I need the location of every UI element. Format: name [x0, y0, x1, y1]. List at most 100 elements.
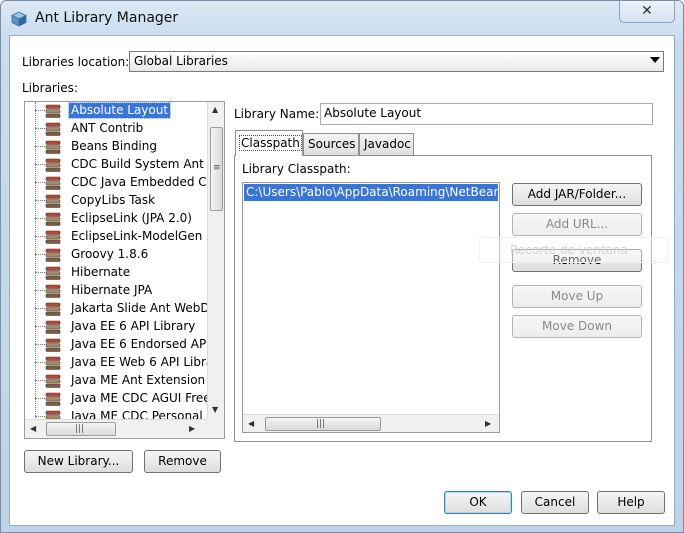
library-item-label: ANT Contrib: [71, 121, 144, 135]
library-books-icon: [45, 247, 61, 263]
scroll-left-icon[interactable]: ◀: [30, 424, 36, 434]
move-up-button[interactable]: Move Up: [512, 285, 642, 308]
scroll-down-icon[interactable]: ▼: [212, 405, 218, 415]
classpath-panel: Library Classpath: C:\Users\Pablo\AppDat…: [234, 155, 652, 442]
library-books-icon: [45, 229, 61, 245]
ant-library-manager-window: Ant Library Manager ✕ Libraries location…: [0, 0, 684, 533]
remove-library-button[interactable]: Remove: [144, 450, 221, 473]
libraries-vertical-scrollbar[interactable]: ▲ ≡ ▼: [207, 102, 224, 419]
library-books-icon: [45, 175, 61, 191]
library-books-icon: [45, 355, 61, 371]
tab-sources-label: Sources: [308, 137, 356, 151]
scroll-up-icon[interactable]: ▲: [212, 105, 218, 115]
library-item[interactable]: Groovy 1.8.6: [25, 246, 207, 264]
library-item[interactable]: CopyLibs Task: [25, 192, 207, 210]
libraries-location-value: Global Libraries: [134, 54, 228, 68]
library-name-value: Absolute Layout: [324, 106, 422, 120]
tree-connector: [35, 362, 45, 363]
vertical-scroll-thumb[interactable]: ≡: [210, 127, 223, 211]
help-button[interactable]: Help: [597, 491, 665, 514]
library-classpath-label: Library Classpath:: [242, 162, 351, 176]
library-item-label: Java EE 6 Endorsed API: [71, 337, 207, 351]
scroll-corner: [207, 419, 224, 438]
library-item[interactable]: Beans Binding: [25, 138, 207, 156]
library-item-label: Java ME CDC AGUI Free: [71, 391, 207, 405]
library-books-icon: [45, 319, 61, 335]
library-item-label: Java ME Ant Extension: [71, 373, 206, 387]
library-name-field[interactable]: Absolute Layout: [320, 103, 653, 125]
library-item-label: CopyLibs Task: [71, 193, 156, 207]
library-item[interactable]: EclipseLink (JPA 2.0): [25, 210, 207, 228]
tab-sources[interactable]: Sources: [303, 133, 359, 155]
tree-connector: [35, 218, 45, 219]
grip-icon: |||: [75, 424, 85, 434]
classpath-entry[interactable]: C:\Users\Pablo\AppData\Roaming\NetBeans\: [244, 184, 498, 201]
tree-connector: [35, 182, 45, 183]
library-item[interactable]: Java ME Ant Extension: [25, 372, 207, 390]
library-books-icon: [45, 337, 61, 353]
ok-button[interactable]: OK: [444, 491, 512, 514]
libraries-horizontal-scrollbar[interactable]: ◀ ||| ▶: [25, 419, 207, 438]
tab-classpath[interactable]: Classpath: [235, 130, 303, 156]
library-item[interactable]: Jakarta Slide Ant WebDAV: [25, 300, 207, 318]
library-item-label: Hibernate: [71, 265, 131, 279]
library-item[interactable]: Java EE Web 6 API Library: [25, 354, 207, 372]
close-icon: ✕: [641, 3, 653, 19]
app-cube-icon: [11, 11, 27, 27]
library-books-icon: [45, 157, 61, 173]
library-item[interactable]: Hibernate: [25, 264, 207, 282]
library-books-icon: [45, 373, 61, 389]
scroll-right-icon[interactable]: ▶: [189, 424, 195, 434]
library-books-icon: [45, 121, 61, 137]
tree-connector: [35, 308, 45, 309]
horizontal-scroll-thumb[interactable]: |||: [46, 422, 116, 436]
window-title: Ant Library Manager: [35, 10, 179, 26]
library-item-label: CDC Java Embedded Client: [71, 175, 207, 189]
library-item[interactable]: ANT Contrib: [25, 120, 207, 138]
scroll-left-icon[interactable]: ◀: [248, 419, 254, 429]
library-item-label: CDC Build System Ant Utils: [71, 157, 207, 171]
library-item[interactable]: CDC Java Embedded Client: [25, 174, 207, 192]
classpath-list[interactable]: C:\Users\Pablo\AppData\Roaming\NetBeans\…: [242, 182, 500, 433]
library-books-icon: [45, 193, 61, 209]
library-item[interactable]: Hibernate JPA: [25, 282, 207, 300]
chevron-down-icon: [650, 57, 660, 63]
title-bar[interactable]: Ant Library Manager ✕: [1, 1, 683, 35]
close-button[interactable]: ✕: [619, 1, 675, 23]
tab-javadoc[interactable]: Javadoc: [359, 133, 414, 155]
new-library-button[interactable]: New Library...: [24, 450, 133, 473]
library-item[interactable]: Java ME CDC AGUI Free: [25, 390, 207, 408]
library-item-label: Jakarta Slide Ant WebDAV: [71, 301, 207, 315]
library-item-label: Groovy 1.8.6: [71, 247, 149, 261]
tab-javadoc-label: Javadoc: [364, 137, 411, 151]
libraries-list[interactable]: Absolute Layout ANT Contrib Beans Binding C…: [24, 101, 225, 439]
add-url-button[interactable]: Add URL...: [512, 213, 642, 236]
tree-connector: [35, 290, 45, 291]
tree-connector: [35, 164, 45, 165]
add-jar-folder-button[interactable]: Add JAR/Folder...: [512, 183, 642, 206]
tab-classpath-label: Classpath: [239, 135, 302, 151]
tree-connector: [35, 254, 45, 255]
libraries-location-select[interactable]: Global Libraries: [129, 51, 664, 72]
scroll-right-icon[interactable]: ▶: [485, 419, 491, 429]
library-books-icon: [45, 211, 61, 227]
classpath-horizontal-scrollbar[interactable]: ◀ ||| ▶: [243, 414, 499, 432]
library-books-icon: [45, 103, 61, 119]
cancel-button[interactable]: Cancel: [521, 491, 589, 514]
library-item[interactable]: CDC Build System Ant Utils: [25, 156, 207, 174]
library-item[interactable]: Absolute Layout: [25, 102, 207, 120]
library-item[interactable]: Java EE 6 Endorsed API: [25, 336, 207, 354]
dialog-content: Libraries location: Global Libraries Lib…: [9, 35, 675, 526]
tree-connector: [35, 344, 45, 345]
library-item-label: Java EE 6 API Library: [71, 319, 196, 333]
move-down-button[interactable]: Move Down: [512, 315, 642, 338]
library-item-label: EclipseLink-ModelGen (JPA: [71, 229, 207, 243]
library-books-icon: [45, 301, 61, 317]
classpath-scroll-thumb[interactable]: |||: [265, 417, 381, 431]
library-books-icon: [45, 139, 61, 155]
library-item[interactable]: EclipseLink-ModelGen (JPA: [25, 228, 207, 246]
library-item[interactable]: Java ME CDC Personal Basis: [25, 408, 207, 419]
library-item[interactable]: Java EE 6 API Library: [25, 318, 207, 336]
libraries-label: Libraries:: [22, 81, 78, 95]
tree-connector: [35, 398, 45, 399]
